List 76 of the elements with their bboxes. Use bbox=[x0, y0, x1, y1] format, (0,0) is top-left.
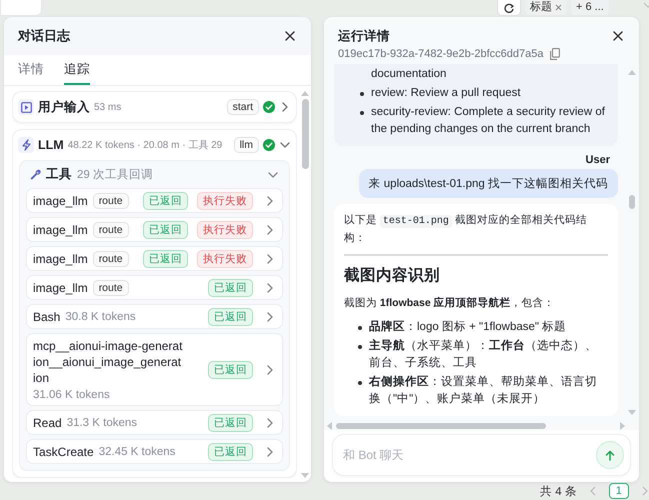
list-item-text: 右侧操作区：设置菜单、帮助菜单、语言切换（"中"）、账户菜单（未展开） bbox=[369, 374, 598, 407]
status-badge: 已返回 bbox=[143, 220, 188, 238]
bullet-icon bbox=[358, 381, 362, 385]
tool-meta: 31.06 K tokens bbox=[33, 389, 111, 401]
play-icon bbox=[18, 99, 34, 115]
list-item-text: 主导航（水平菜单）：工作台（选中态）、前台、子系统、工具 bbox=[369, 338, 598, 371]
tab[interactable]: 追踪 bbox=[64, 55, 90, 85]
type-badge: route bbox=[92, 280, 129, 296]
status-badge: 已返回 bbox=[208, 308, 253, 326]
span-title: 用户输入 bbox=[38, 98, 90, 116]
tool-call-row[interactable]: Bash 30.8 K tokens 已返回 bbox=[26, 304, 283, 329]
tool-call-row[interactable]: image_llm route 已返回 执行失败 bbox=[26, 188, 283, 213]
tool-name: image_llm bbox=[33, 222, 88, 236]
copy-icon[interactable] bbox=[550, 48, 560, 60]
tool-name: mcp__aionui-image-generation__aionui_image_generation bbox=[33, 338, 183, 386]
type-badge: route bbox=[92, 222, 129, 238]
span-meta: 53 ms bbox=[94, 102, 122, 112]
status-badge: 已返回 bbox=[208, 278, 253, 296]
refresh-button[interactable] bbox=[497, 0, 521, 16]
tool-call-row[interactable]: image_llm route 已返回 bbox=[26, 275, 283, 300]
wrench-icon bbox=[30, 169, 41, 180]
error-badge: 执行失败 bbox=[197, 220, 253, 238]
scrollbar[interactable] bbox=[301, 91, 309, 478]
tool-name: image_llm bbox=[33, 280, 88, 294]
error-badge: 执行失败 bbox=[197, 250, 253, 268]
tool-call-row[interactable]: Read 31.3 K tokens 已返回 bbox=[26, 410, 283, 435]
total-count: 共 4 条 bbox=[540, 484, 577, 498]
status-badge: 已返回 bbox=[143, 192, 188, 210]
tool-name: image_llm bbox=[33, 194, 88, 208]
send-button[interactable] bbox=[596, 441, 624, 469]
tool-name: Read bbox=[33, 416, 62, 430]
list-item-text: security-review: Complete a security review of the pending changes on the current branch bbox=[371, 105, 606, 137]
list-item-text: 品牌区：logo 图标 + "1flowbase" 标题 bbox=[369, 319, 566, 335]
arrow-up-icon bbox=[605, 450, 615, 460]
tool-call-row[interactable]: TaskCreate 32.45 K tokens 已返回 bbox=[26, 439, 283, 464]
tab-chip[interactable]: 标题 bbox=[525, 0, 567, 15]
tool-meta: 31.3 K tokens bbox=[66, 416, 138, 428]
bullet-icon bbox=[358, 326, 362, 330]
status-badge: 已返回 bbox=[208, 414, 253, 432]
chat-input-field[interactable]: 和 Bot 聊天 bbox=[332, 434, 631, 476]
type-badge: start bbox=[226, 99, 259, 115]
status-badge: 已返回 bbox=[208, 442, 253, 460]
bullet-icon bbox=[358, 345, 362, 349]
paragraph-text: 以下是 test-01.png 截图对应的全部相关代码结构： bbox=[344, 213, 588, 246]
chat-input[interactable]: 和 Bot 聊天 bbox=[343, 445, 596, 465]
more-tabs-button[interactable]: + 6 ... bbox=[571, 0, 609, 15]
span-meta: 48.22 K tokens · 20.08 m · 工具 29 bbox=[68, 139, 222, 152]
paragraph-text: 截图为 1flowbase 应用顶部导航栏，包含： bbox=[344, 296, 556, 311]
run-id: 019ec17b-932a-7482-9e2b-2bfcc6dd7a5a bbox=[338, 48, 544, 60]
tool-meta: 32.45 K tokens bbox=[98, 446, 176, 458]
tab[interactable]: 详情 bbox=[18, 55, 44, 85]
type-badge: route bbox=[92, 192, 129, 208]
tool-name: Bash bbox=[33, 310, 60, 324]
group-title: 工具 bbox=[46, 166, 72, 183]
tool-meta: 30.8 K tokens bbox=[65, 310, 136, 322]
user-message: 来 uploads\test-01.png 找一下这幅图相关代码 bbox=[358, 169, 618, 198]
group-meta: 29 次工具回调 bbox=[77, 168, 153, 182]
panel-title: 对话日志 bbox=[18, 27, 70, 45]
status-badge: 已返回 bbox=[208, 360, 253, 378]
tool-call-row[interactable]: image_llm route 已返回 执行失败 bbox=[26, 217, 283, 242]
refresh-icon bbox=[504, 2, 514, 12]
tool-call-row[interactable]: mcp__aionui-image-generation__aionui_image_generation 31.06 K tokens 已返回 bbox=[26, 333, 283, 406]
lightning-icon bbox=[18, 137, 34, 153]
type-badge: route bbox=[92, 250, 129, 266]
list-item-text: documentation bbox=[371, 67, 446, 82]
error-badge: 执行失败 bbox=[197, 192, 253, 210]
span-title: LLM bbox=[38, 138, 64, 152]
tool-call-row[interactable]: image_llm route 已返回 执行失败 bbox=[26, 246, 283, 271]
tool-name: image_llm bbox=[33, 252, 88, 266]
type-badge: llm bbox=[234, 137, 259, 153]
section-heading: 截图内容识别 bbox=[344, 266, 441, 286]
status-badge: 已返回 bbox=[143, 250, 188, 268]
tool-name: TaskCreate bbox=[33, 444, 94, 458]
author-label: User bbox=[584, 154, 611, 166]
list-item-text: review: Review a pull request bbox=[371, 86, 521, 101]
panel-title: 运行详情 bbox=[338, 28, 390, 44]
